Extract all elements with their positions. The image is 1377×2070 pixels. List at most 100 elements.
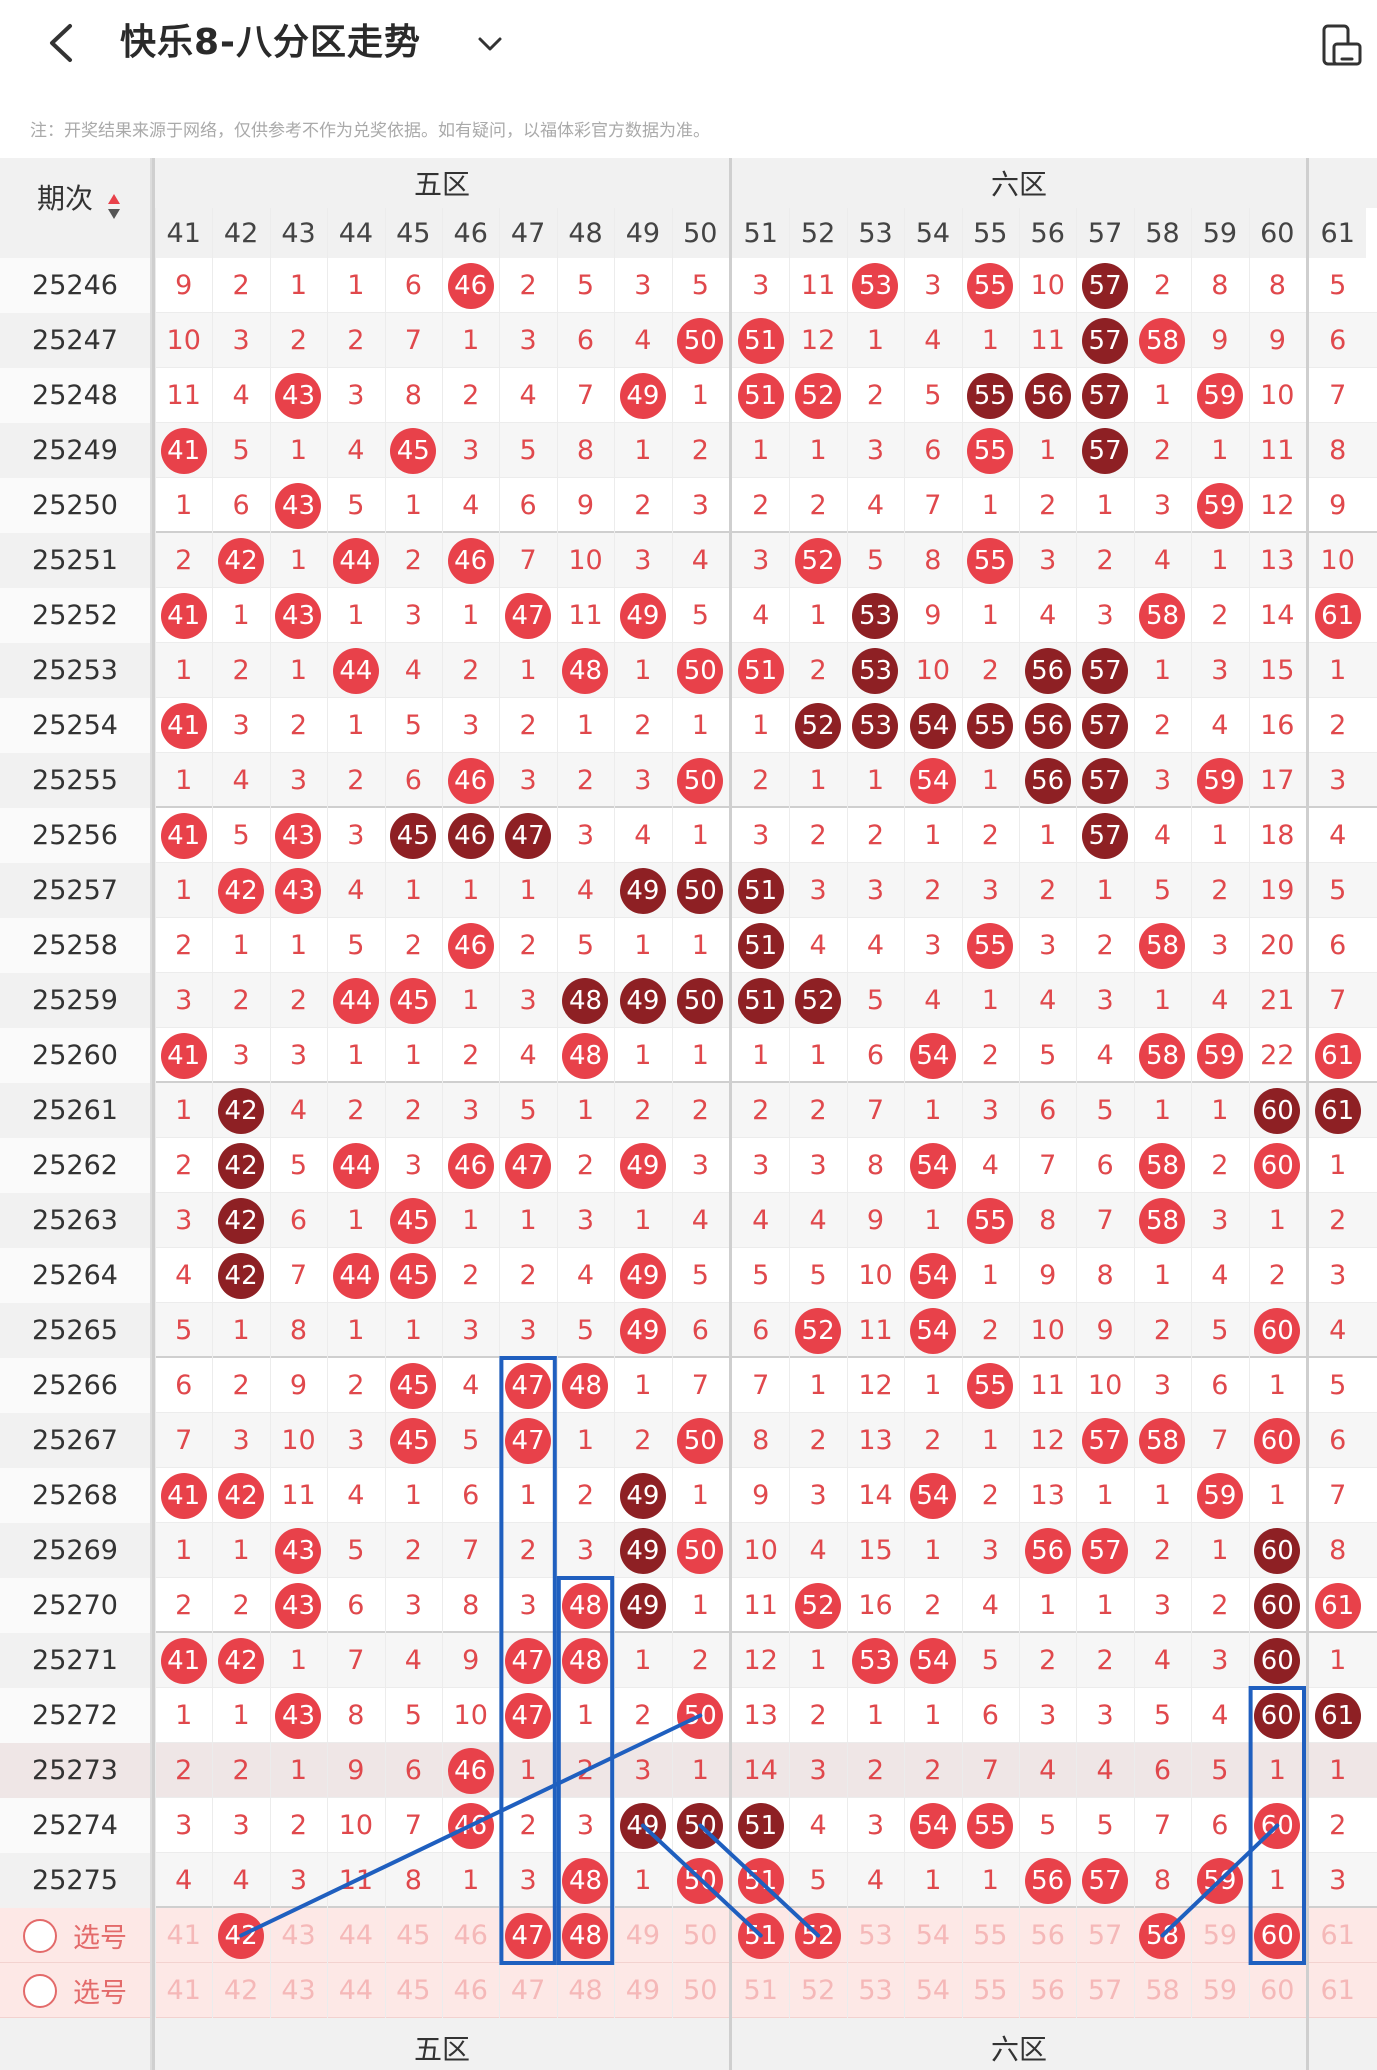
pick-cell-next[interactable]: 61 [1309,1963,1366,2018]
pick-cell[interactable]: 51 [732,1963,789,2018]
pick-number[interactable]: 51 [744,1975,778,2006]
pick-number[interactable]: 56 [1031,1975,1065,2006]
pick-number[interactable]: 61 [1321,1920,1355,1951]
pick-number[interactable]: 45 [396,1975,430,2006]
pick-cell[interactable]: 57 [1076,1908,1133,1963]
pick-number[interactable]: 54 [916,1920,950,1951]
pick-cell[interactable]: 44 [327,1908,384,1963]
pick-number[interactable]: 50 [683,1975,717,2006]
pick-cell[interactable]: 53 [847,1908,904,1963]
pick-number[interactable]: 47 [511,1975,545,2006]
pick-number[interactable]: 46 [454,1975,488,2006]
pick-cell[interactable]: 52 [789,1908,846,1963]
pick-cell[interactable]: 59 [1191,1963,1248,2018]
page-title[interactable]: 快乐8-八分区走势 [120,18,421,68]
pick-cell[interactable]: 54 [904,1908,961,1963]
pick-number[interactable]: 55 [973,1975,1007,2006]
pick-number[interactable]: 55 [973,1920,1007,1951]
selected-pick-ball[interactable]: 58 [1139,1912,1186,1959]
pick-number[interactable]: 41 [167,1975,201,2006]
pick-cell[interactable]: 47 [499,1963,556,2018]
pick-cell[interactable]: 55 [962,1963,1019,2018]
pick-cell[interactable]: 52 [789,1963,846,2018]
pick-cell[interactable]: 47 [499,1908,556,1963]
pick-number[interactable]: 57 [1088,1920,1122,1951]
pick-number[interactable]: 59 [1203,1975,1237,2006]
pick-cell[interactable]: 43 [270,1908,327,1963]
pick-number[interactable]: 61 [1321,1975,1355,2006]
pick-number[interactable]: 41 [167,1920,201,1951]
pick-cell[interactable]: 45 [385,1963,442,2018]
chevron-down-icon[interactable] [472,26,508,62]
pick-cell[interactable]: 49 [614,1908,671,1963]
miss-count: 1 [634,1645,652,1676]
pick-cell[interactable]: 57 [1076,1963,1133,2018]
back-arrow-icon[interactable] [38,18,88,68]
pick-number[interactable]: 56 [1031,1920,1065,1951]
pick-number[interactable]: 49 [626,1975,660,2006]
table-cell: 58 [1134,1028,1191,1083]
pick-cell[interactable]: 49 [614,1963,671,2018]
pick-cell[interactable]: 53 [847,1963,904,2018]
pick-radio[interactable] [23,1973,57,2008]
pick-row-label[interactable]: 选号 [0,1908,150,1963]
miss-count: 4 [232,765,250,796]
pick-cell[interactable]: 55 [962,1908,1019,1963]
pick-cell[interactable]: 48 [557,1908,614,1963]
pick-cell[interactable]: 58 [1134,1963,1191,2018]
pick-cell[interactable]: 44 [327,1963,384,2018]
device-rotate-icon[interactable] [1318,22,1364,68]
pick-number[interactable]: 44 [339,1920,373,1951]
pick-cell-next[interactable]: 61 [1309,1908,1366,1963]
pick-number[interactable]: 46 [454,1920,488,1951]
pick-number[interactable]: 49 [626,1920,660,1951]
period-number: 25265 [0,1303,150,1358]
pick-number[interactable]: 44 [339,1975,373,2006]
pick-number[interactable]: 59 [1203,1920,1237,1951]
sort-arrows-icon[interactable] [107,192,121,222]
pick-cell[interactable]: 45 [385,1908,442,1963]
pick-row-label[interactable]: 选号 [0,1963,150,2018]
pick-cell[interactable]: 58 [1134,1908,1191,1963]
pick-cell[interactable]: 42 [212,1963,269,2018]
selected-pick-ball[interactable]: 47 [505,1912,552,1959]
selected-pick-ball[interactable]: 52 [795,1912,842,1959]
pick-radio[interactable] [23,1918,57,1953]
pick-cell[interactable]: 51 [732,1908,789,1963]
pick-cell[interactable]: 46 [442,1908,499,1963]
drawn-number-ball: 45 [390,812,437,859]
pick-number[interactable]: 57 [1088,1975,1122,2006]
drawn-number-ball: 52 [795,702,842,749]
selected-pick-ball[interactable]: 60 [1254,1912,1301,1959]
pick-number[interactable]: 58 [1145,1975,1179,2006]
pick-cell[interactable]: 50 [672,1908,729,1963]
selected-pick-ball[interactable]: 51 [737,1912,784,1959]
pick-number[interactable]: 50 [683,1920,717,1951]
pick-cell[interactable]: 56 [1019,1908,1076,1963]
pick-cell[interactable]: 60 [1249,1908,1306,1963]
pick-number[interactable]: 54 [916,1975,950,2006]
miss-count: 3 [519,1590,537,1621]
pick-number[interactable]: 53 [858,1975,892,2006]
pick-number[interactable]: 52 [801,1975,835,2006]
pick-cell[interactable]: 46 [442,1963,499,2018]
pick-cell[interactable]: 42 [212,1908,269,1963]
pick-number[interactable]: 60 [1260,1975,1294,2006]
pick-cell[interactable]: 60 [1249,1963,1306,2018]
pick-cell[interactable]: 43 [270,1963,327,2018]
pick-cell[interactable]: 50 [672,1963,729,2018]
pick-cell[interactable]: 41 [155,1908,212,1963]
pick-cell[interactable]: 41 [155,1963,212,2018]
pick-number[interactable]: 53 [858,1920,892,1951]
selected-pick-ball[interactable]: 42 [218,1912,265,1959]
pick-cell[interactable]: 48 [557,1963,614,2018]
pick-number[interactable]: 43 [281,1920,315,1951]
pick-number[interactable]: 48 [568,1975,602,2006]
pick-cell[interactable]: 59 [1191,1908,1248,1963]
pick-number[interactable]: 43 [281,1975,315,2006]
pick-cell[interactable]: 56 [1019,1963,1076,2018]
selected-pick-ball[interactable]: 48 [562,1912,609,1959]
pick-number[interactable]: 45 [396,1920,430,1951]
pick-number[interactable]: 42 [224,1975,258,2006]
pick-cell[interactable]: 54 [904,1963,961,2018]
